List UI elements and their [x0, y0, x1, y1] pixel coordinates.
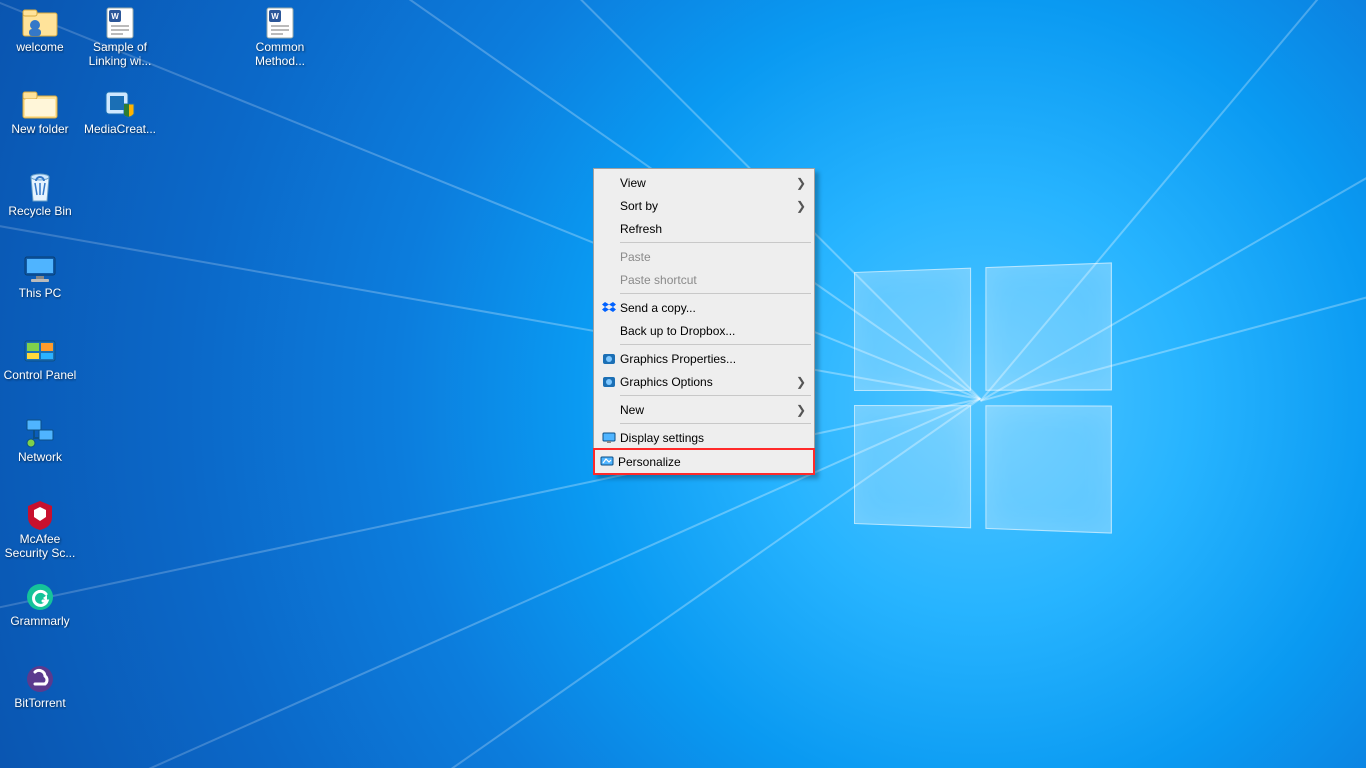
desktop-icon-label: Sample of Linking wi... [82, 40, 158, 68]
desktop-icon-welcome[interactable]: welcome [0, 2, 80, 88]
desktop-icon-network[interactable]: Network [0, 412, 80, 498]
intel-graphics-icon [600, 353, 618, 365]
network-icon [20, 416, 60, 450]
user-folder-icon [20, 6, 60, 40]
submenu-arrow-icon: ❯ [796, 403, 806, 417]
desktop-icon-new-folder[interactable]: New folder [0, 84, 80, 170]
menu-item-label: Back up to Dropbox... [618, 324, 806, 338]
menu-separator [620, 395, 811, 396]
display-settings-icon [600, 432, 618, 443]
desktop-icon-label: Network [18, 450, 62, 464]
desktop-icon-bittorrent[interactable]: BitTorrent [0, 658, 80, 744]
this-pc-icon [20, 252, 60, 286]
menu-item-graphics-options[interactable]: Graphics Options ❯ [596, 370, 812, 393]
desktop-icon-label: McAfee Security Sc... [2, 532, 78, 560]
menu-item-label: Graphics Options [618, 375, 796, 389]
desktop-icon-grid: welcome W Sample of Linking wi... W Comm… [0, 2, 320, 740]
folder-icon [20, 88, 60, 122]
grammarly-icon [20, 580, 60, 614]
menu-item-label: Paste shortcut [618, 273, 806, 287]
menu-item-label: Display settings [618, 431, 806, 445]
menu-item-refresh[interactable]: Refresh [596, 217, 812, 240]
menu-item-send-a-copy[interactable]: Send a copy... [596, 296, 812, 319]
menu-item-label: Send a copy... [618, 301, 806, 315]
desktop-icon-control-panel[interactable]: Control Panel [0, 330, 80, 416]
desktop-icon-label: New folder [11, 122, 68, 136]
menu-item-label: View [618, 176, 796, 190]
desktop-icon-label: Control Panel [4, 368, 77, 382]
desktop-icon-common-method[interactable]: W Common Method... [240, 2, 320, 88]
control-panel-icon [20, 334, 60, 368]
menu-separator [620, 242, 811, 243]
menu-item-label: Paste [618, 250, 806, 264]
menu-item-new[interactable]: New ❯ [596, 398, 812, 421]
desktop-icon-label: Grammarly [10, 614, 69, 628]
recycle-bin-icon [20, 170, 60, 204]
menu-separator [620, 423, 811, 424]
word-doc-icon: W [100, 6, 140, 40]
menu-item-personalize[interactable]: Personalize [593, 448, 815, 475]
desktop-icon-label: This PC [19, 286, 62, 300]
menu-item-sort-by[interactable]: Sort by ❯ [596, 194, 812, 217]
svg-text:W: W [271, 12, 279, 21]
app-shield-icon [100, 88, 140, 122]
desktop-icon-label: MediaCreat... [84, 122, 156, 136]
submenu-arrow-icon: ❯ [796, 199, 806, 213]
submenu-arrow-icon: ❯ [796, 176, 806, 190]
dropbox-icon [600, 302, 618, 314]
menu-item-label: Refresh [618, 222, 806, 236]
menu-item-label: Personalize [616, 455, 808, 469]
desktop-icon-label: welcome [16, 40, 63, 54]
menu-item-display-settings[interactable]: Display settings [596, 426, 812, 449]
desktop-icon-recycle-bin[interactable]: Recycle Bin [0, 166, 80, 252]
desktop-icon-label: Common Method... [242, 40, 318, 68]
desktop-icon-label: Recycle Bin [8, 204, 71, 218]
menu-item-paste-shortcut: Paste shortcut [596, 268, 812, 291]
menu-item-paste: Paste [596, 245, 812, 268]
mcafee-icon [20, 498, 60, 532]
word-doc-icon: W [260, 6, 300, 40]
desktop-icon-sample-linking[interactable]: W Sample of Linking wi... [80, 2, 160, 88]
desktop-icon-label: BitTorrent [14, 696, 65, 710]
desktop-icon-mcafee[interactable]: McAfee Security Sc... [0, 494, 80, 580]
bittorrent-icon [20, 662, 60, 696]
menu-item-label: New [618, 403, 796, 417]
personalize-icon [598, 456, 616, 467]
menu-separator [620, 344, 811, 345]
menu-item-label: Graphics Properties... [618, 352, 806, 366]
menu-item-graphics-properties[interactable]: Graphics Properties... [596, 347, 812, 370]
desktop-icon-this-pc[interactable]: This PC [0, 248, 80, 334]
menu-item-label: Sort by [618, 199, 796, 213]
intel-graphics-icon [600, 376, 618, 388]
menu-item-back-up-dropbox[interactable]: Back up to Dropbox... [596, 319, 812, 342]
desktop-context-menu: View ❯ Sort by ❯ Refresh Paste Paste sho… [593, 168, 815, 475]
menu-separator [620, 293, 811, 294]
windows-logo-icon [854, 262, 1112, 533]
desktop-icon-grammarly[interactable]: Grammarly [0, 576, 80, 662]
desktop-icon-mediacreat[interactable]: MediaCreat... [80, 84, 160, 170]
menu-item-view[interactable]: View ❯ [596, 171, 812, 194]
svg-text:W: W [111, 12, 119, 21]
submenu-arrow-icon: ❯ [796, 375, 806, 389]
